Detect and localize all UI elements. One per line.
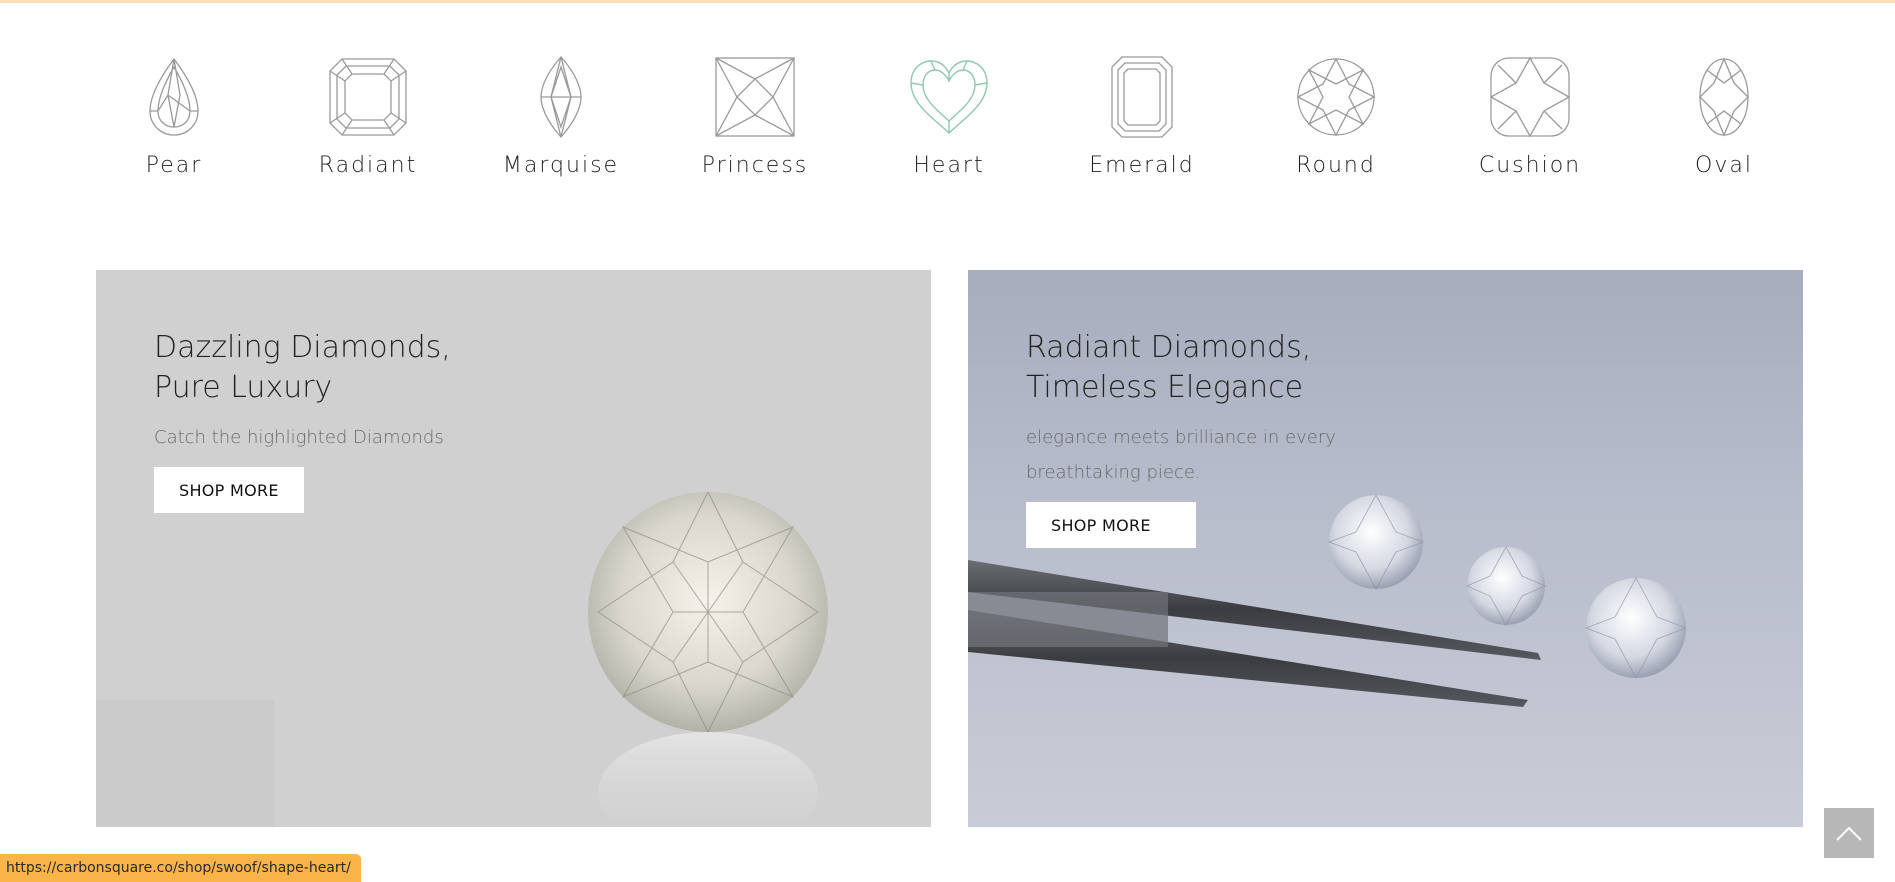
- radiant-shape-icon: [329, 58, 407, 136]
- shape-label: Marquise: [502, 153, 620, 178]
- shape-label: Princess: [701, 153, 809, 178]
- cushion-shape-icon: [1489, 56, 1571, 138]
- marquise-shape-icon: [540, 56, 582, 138]
- chevron-up-icon: [1836, 826, 1862, 841]
- shape-item-oval[interactable]: Oval: [1644, 55, 1804, 178]
- shape-label: Round: [1296, 153, 1376, 178]
- shape-item-radiant[interactable]: Radiant: [288, 55, 448, 178]
- shape-item-round[interactable]: Round: [1256, 55, 1416, 178]
- emerald-shape-icon: [1111, 56, 1173, 138]
- shape-label: Radiant: [318, 153, 418, 178]
- pear-shape-icon: [149, 57, 199, 136]
- diamond-image: [578, 490, 838, 827]
- promo-banner-radiant[interactable]: Radiant Diamonds, Timeless Elegance eleg…: [968, 270, 1803, 827]
- round-shape-icon: [1296, 57, 1376, 137]
- shape-item-emerald[interactable]: Emerald: [1062, 55, 1222, 178]
- shape-label: Oval: [1695, 153, 1753, 178]
- banner-subtitle: elegance meets brilliance in every breat…: [1026, 427, 1336, 483]
- shape-label: Cushion: [1478, 153, 1582, 178]
- shape-item-cushion[interactable]: Cushion: [1450, 55, 1610, 178]
- shape-selector: Pear Radiant Marquise Princess Heart Eme…: [0, 55, 1895, 185]
- shop-more-button[interactable]: SHOP MORE: [1026, 502, 1196, 548]
- back-to-top-button[interactable]: [1824, 808, 1874, 858]
- shape-item-heart[interactable]: Heart: [869, 55, 1029, 178]
- shape-item-pear[interactable]: Pear: [94, 55, 254, 178]
- shop-more-button[interactable]: SHOP MORE: [154, 467, 304, 513]
- banner-subtitle: Catch the highlighted Diamonds: [154, 427, 444, 448]
- shape-label: Emerald: [1089, 153, 1195, 178]
- princess-shape-icon: [715, 57, 795, 137]
- banner-title: Dazzling Diamonds, Pure Luxury: [154, 330, 451, 405]
- banner-title: Radiant Diamonds, Timeless Elegance: [1026, 330, 1312, 405]
- shape-label: Heart: [913, 153, 985, 178]
- shape-label: Pear: [145, 153, 203, 178]
- status-bar-url: https://carbonsquare.co/shop/swoof/shape…: [0, 854, 361, 882]
- top-accent-line: [0, 0, 1895, 3]
- promo-banner-dazzling[interactable]: Dazzling Diamonds, Pure Luxury Catch the…: [96, 270, 931, 827]
- oval-shape-icon: [1699, 57, 1749, 137]
- shape-item-marquise[interactable]: Marquise: [481, 55, 641, 178]
- shape-item-princess[interactable]: Princess: [675, 55, 835, 178]
- heart-shape-icon: [910, 60, 988, 134]
